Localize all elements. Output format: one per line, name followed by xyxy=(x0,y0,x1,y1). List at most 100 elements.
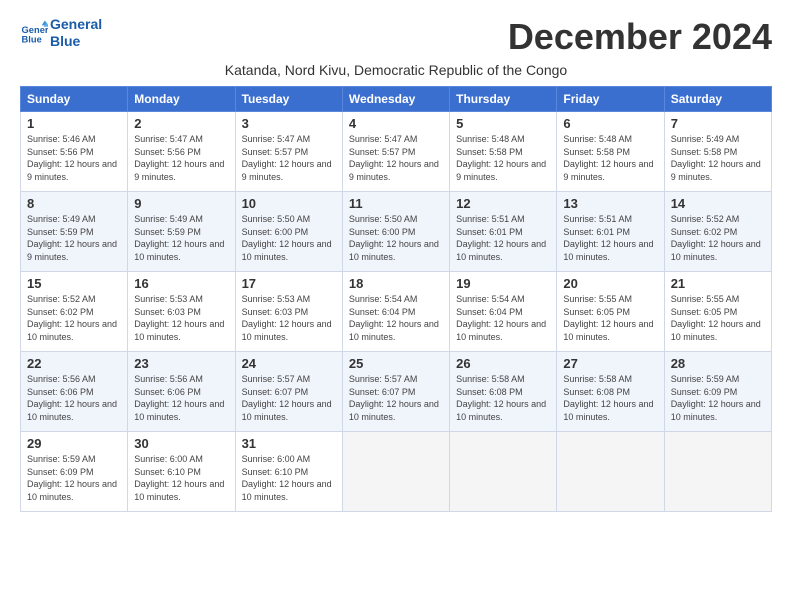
column-header-saturday: Saturday xyxy=(664,87,771,112)
logo: General Blue General Blue xyxy=(20,16,102,50)
day-info: Sunrise: 5:53 AM Sunset: 6:03 PM Dayligh… xyxy=(242,293,336,343)
calendar-cell: 19 Sunrise: 5:54 AM Sunset: 6:04 PM Dayl… xyxy=(450,272,557,352)
day-info: Sunrise: 6:00 AM Sunset: 6:10 PM Dayligh… xyxy=(242,453,336,503)
day-number: 6 xyxy=(563,116,657,131)
day-number: 30 xyxy=(134,436,228,451)
column-header-wednesday: Wednesday xyxy=(342,87,449,112)
day-info: Sunrise: 5:50 AM Sunset: 6:00 PM Dayligh… xyxy=(349,213,443,263)
day-number: 8 xyxy=(27,196,121,211)
calendar-cell: 16 Sunrise: 5:53 AM Sunset: 6:03 PM Dayl… xyxy=(128,272,235,352)
calendar-cell: 30 Sunrise: 6:00 AM Sunset: 6:10 PM Dayl… xyxy=(128,432,235,512)
calendar-cell xyxy=(450,432,557,512)
day-number: 29 xyxy=(27,436,121,451)
calendar-cell: 26 Sunrise: 5:58 AM Sunset: 6:08 PM Dayl… xyxy=(450,352,557,432)
day-number: 10 xyxy=(242,196,336,211)
calendar-cell: 14 Sunrise: 5:52 AM Sunset: 6:02 PM Dayl… xyxy=(664,192,771,272)
day-number: 25 xyxy=(349,356,443,371)
calendar-cell: 9 Sunrise: 5:49 AM Sunset: 5:59 PM Dayli… xyxy=(128,192,235,272)
calendar-cell: 11 Sunrise: 5:50 AM Sunset: 6:00 PM Dayl… xyxy=(342,192,449,272)
day-info: Sunrise: 5:49 AM Sunset: 5:59 PM Dayligh… xyxy=(134,213,228,263)
calendar-cell: 2 Sunrise: 5:47 AM Sunset: 5:56 PM Dayli… xyxy=(128,112,235,192)
calendar-cell: 29 Sunrise: 5:59 AM Sunset: 6:09 PM Dayl… xyxy=(21,432,128,512)
calendar-week-4: 22 Sunrise: 5:56 AM Sunset: 6:06 PM Dayl… xyxy=(21,352,772,432)
day-info: Sunrise: 5:47 AM Sunset: 5:57 PM Dayligh… xyxy=(242,133,336,183)
logo-icon: General Blue xyxy=(20,19,48,47)
day-info: Sunrise: 5:57 AM Sunset: 6:07 PM Dayligh… xyxy=(242,373,336,423)
header: General Blue General Blue December 2024 xyxy=(20,16,772,58)
day-info: Sunrise: 5:52 AM Sunset: 6:02 PM Dayligh… xyxy=(671,213,765,263)
calendar-cell: 24 Sunrise: 5:57 AM Sunset: 6:07 PM Dayl… xyxy=(235,352,342,432)
calendar-cell: 23 Sunrise: 5:56 AM Sunset: 6:06 PM Dayl… xyxy=(128,352,235,432)
calendar-week-1: 1 Sunrise: 5:46 AM Sunset: 5:56 PM Dayli… xyxy=(21,112,772,192)
day-number: 24 xyxy=(242,356,336,371)
day-number: 9 xyxy=(134,196,228,211)
day-info: Sunrise: 5:55 AM Sunset: 6:05 PM Dayligh… xyxy=(563,293,657,343)
day-number: 17 xyxy=(242,276,336,291)
day-info: Sunrise: 5:46 AM Sunset: 5:56 PM Dayligh… xyxy=(27,133,121,183)
day-number: 22 xyxy=(27,356,121,371)
calendar-cell: 27 Sunrise: 5:58 AM Sunset: 6:08 PM Dayl… xyxy=(557,352,664,432)
calendar-cell: 10 Sunrise: 5:50 AM Sunset: 6:00 PM Dayl… xyxy=(235,192,342,272)
calendar-table: SundayMondayTuesdayWednesdayThursdayFrid… xyxy=(20,86,772,512)
day-number: 13 xyxy=(563,196,657,211)
day-info: Sunrise: 5:51 AM Sunset: 6:01 PM Dayligh… xyxy=(456,213,550,263)
day-number: 18 xyxy=(349,276,443,291)
column-header-sunday: Sunday xyxy=(21,87,128,112)
calendar-week-5: 29 Sunrise: 5:59 AM Sunset: 6:09 PM Dayl… xyxy=(21,432,772,512)
day-info: Sunrise: 5:48 AM Sunset: 5:58 PM Dayligh… xyxy=(456,133,550,183)
day-info: Sunrise: 5:57 AM Sunset: 6:07 PM Dayligh… xyxy=(349,373,443,423)
svg-text:Blue: Blue xyxy=(22,34,42,44)
column-header-monday: Monday xyxy=(128,87,235,112)
month-title: December 2024 xyxy=(508,16,772,58)
calendar-cell: 21 Sunrise: 5:55 AM Sunset: 6:05 PM Dayl… xyxy=(664,272,771,352)
day-number: 1 xyxy=(27,116,121,131)
calendar-cell: 5 Sunrise: 5:48 AM Sunset: 5:58 PM Dayli… xyxy=(450,112,557,192)
day-info: Sunrise: 5:49 AM Sunset: 5:59 PM Dayligh… xyxy=(27,213,121,263)
calendar-cell: 17 Sunrise: 5:53 AM Sunset: 6:03 PM Dayl… xyxy=(235,272,342,352)
calendar-cell xyxy=(342,432,449,512)
day-info: Sunrise: 5:58 AM Sunset: 6:08 PM Dayligh… xyxy=(563,373,657,423)
calendar-cell: 25 Sunrise: 5:57 AM Sunset: 6:07 PM Dayl… xyxy=(342,352,449,432)
day-info: Sunrise: 5:54 AM Sunset: 6:04 PM Dayligh… xyxy=(349,293,443,343)
calendar-cell: 20 Sunrise: 5:55 AM Sunset: 6:05 PM Dayl… xyxy=(557,272,664,352)
calendar-cell: 4 Sunrise: 5:47 AM Sunset: 5:57 PM Dayli… xyxy=(342,112,449,192)
day-info: Sunrise: 5:47 AM Sunset: 5:56 PM Dayligh… xyxy=(134,133,228,183)
calendar-cell: 18 Sunrise: 5:54 AM Sunset: 6:04 PM Dayl… xyxy=(342,272,449,352)
day-number: 15 xyxy=(27,276,121,291)
day-info: Sunrise: 5:51 AM Sunset: 6:01 PM Dayligh… xyxy=(563,213,657,263)
calendar-cell: 22 Sunrise: 5:56 AM Sunset: 6:06 PM Dayl… xyxy=(21,352,128,432)
day-info: Sunrise: 5:48 AM Sunset: 5:58 PM Dayligh… xyxy=(563,133,657,183)
day-info: Sunrise: 5:56 AM Sunset: 6:06 PM Dayligh… xyxy=(27,373,121,423)
day-number: 11 xyxy=(349,196,443,211)
day-number: 26 xyxy=(456,356,550,371)
day-number: 14 xyxy=(671,196,765,211)
day-number: 16 xyxy=(134,276,228,291)
calendar-cell: 12 Sunrise: 5:51 AM Sunset: 6:01 PM Dayl… xyxy=(450,192,557,272)
day-number: 21 xyxy=(671,276,765,291)
calendar-header: SundayMondayTuesdayWednesdayThursdayFrid… xyxy=(21,87,772,112)
calendar-cell: 8 Sunrise: 5:49 AM Sunset: 5:59 PM Dayli… xyxy=(21,192,128,272)
day-number: 2 xyxy=(134,116,228,131)
calendar-cell: 1 Sunrise: 5:46 AM Sunset: 5:56 PM Dayli… xyxy=(21,112,128,192)
column-header-tuesday: Tuesday xyxy=(235,87,342,112)
day-info: Sunrise: 5:54 AM Sunset: 6:04 PM Dayligh… xyxy=(456,293,550,343)
day-info: Sunrise: 5:55 AM Sunset: 6:05 PM Dayligh… xyxy=(671,293,765,343)
day-info: Sunrise: 6:00 AM Sunset: 6:10 PM Dayligh… xyxy=(134,453,228,503)
calendar-cell: 7 Sunrise: 5:49 AM Sunset: 5:58 PM Dayli… xyxy=(664,112,771,192)
day-number: 4 xyxy=(349,116,443,131)
calendar-cell: 28 Sunrise: 5:59 AM Sunset: 6:09 PM Dayl… xyxy=(664,352,771,432)
day-number: 7 xyxy=(671,116,765,131)
calendar-cell: 31 Sunrise: 6:00 AM Sunset: 6:10 PM Dayl… xyxy=(235,432,342,512)
day-number: 12 xyxy=(456,196,550,211)
day-info: Sunrise: 5:53 AM Sunset: 6:03 PM Dayligh… xyxy=(134,293,228,343)
logo-text: General Blue xyxy=(50,16,102,50)
day-info: Sunrise: 5:52 AM Sunset: 6:02 PM Dayligh… xyxy=(27,293,121,343)
day-info: Sunrise: 5:58 AM Sunset: 6:08 PM Dayligh… xyxy=(456,373,550,423)
calendar-week-3: 15 Sunrise: 5:52 AM Sunset: 6:02 PM Dayl… xyxy=(21,272,772,352)
day-number: 19 xyxy=(456,276,550,291)
day-info: Sunrise: 5:56 AM Sunset: 6:06 PM Dayligh… xyxy=(134,373,228,423)
day-info: Sunrise: 5:59 AM Sunset: 6:09 PM Dayligh… xyxy=(27,453,121,503)
calendar-cell: 3 Sunrise: 5:47 AM Sunset: 5:57 PM Dayli… xyxy=(235,112,342,192)
day-number: 5 xyxy=(456,116,550,131)
day-info: Sunrise: 5:59 AM Sunset: 6:09 PM Dayligh… xyxy=(671,373,765,423)
